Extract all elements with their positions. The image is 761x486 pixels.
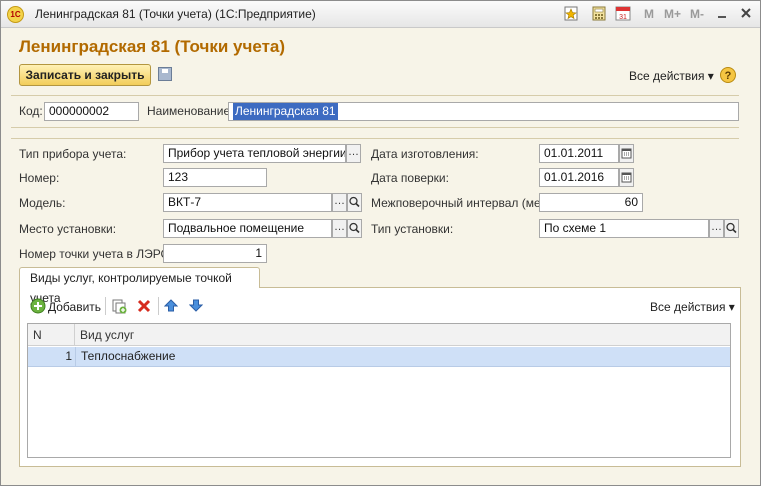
install-type-select-button[interactable]: …: [709, 219, 724, 238]
meter-type-label: Тип прибора учета:: [19, 147, 127, 161]
code-field[interactable]: 000000002: [44, 102, 139, 121]
interval-label: Межповерочный интервал (мес):: [371, 196, 554, 210]
form-window: 1С Ленинградская 81 (Точки учета) (1С:Пр…: [0, 0, 761, 486]
services-table[interactable]: N Вид услуг 1 Теплоснабжение: [27, 323, 731, 458]
search-icon: [349, 222, 360, 234]
row-service: Теплоснабжение: [81, 349, 176, 363]
table-row[interactable]: 1 Теплоснабжение: [28, 347, 730, 367]
divider: [11, 138, 739, 139]
column-header-n[interactable]: N: [28, 324, 75, 346]
search-icon: [726, 222, 737, 234]
close-button[interactable]: [737, 5, 755, 22]
code-label: Код:: [19, 104, 43, 118]
page-title: Ленинградская 81 (Точки учета): [19, 37, 286, 56]
memory-m-button[interactable]: M: [644, 7, 654, 21]
verification-date-calendar-button[interactable]: [619, 168, 634, 187]
model-search-button[interactable]: [347, 193, 362, 212]
memory-minus-button[interactable]: M-: [690, 7, 704, 21]
divider: [11, 95, 739, 96]
install-type-search-button[interactable]: [724, 219, 739, 238]
calendar-icon: [621, 148, 632, 159]
manufacture-date-calendar-button[interactable]: [619, 144, 634, 163]
save-icon[interactable]: [158, 67, 172, 81]
all-actions-menu[interactable]: Все действия ▾: [629, 69, 714, 83]
verification-date-label: Дата поверки:: [371, 171, 449, 185]
app-logo-icon: 1С: [7, 6, 24, 23]
location-label: Место установки:: [19, 222, 117, 236]
delete-icon[interactable]: [137, 299, 151, 313]
add-icon[interactable]: [30, 298, 46, 314]
number-label: Номер:: [19, 171, 60, 185]
location-field[interactable]: Подвальное помещение: [163, 219, 332, 238]
name-label: Наименование:: [147, 104, 234, 118]
calendar-icon[interactable]: 31: [615, 6, 631, 21]
cell-divider: [75, 347, 76, 366]
save-and-close-button[interactable]: Записать и закрыть: [19, 64, 151, 86]
add-button[interactable]: Добавить: [48, 300, 101, 314]
name-value: Ленинградская 81: [233, 103, 338, 120]
name-field[interactable]: Ленинградская 81: [228, 102, 739, 121]
meter-type-field[interactable]: Прибор учета тепловой энергии по: [163, 144, 346, 163]
search-icon: [349, 196, 360, 208]
number-field[interactable]: 123: [163, 168, 267, 187]
calendar-icon: [621, 172, 632, 183]
interval-field[interactable]: 60: [539, 193, 643, 212]
arrow-up-icon[interactable]: [163, 298, 179, 313]
close-icon: [741, 8, 751, 18]
title-bar: 1С Ленинградская 81 (Точки учета) (1С:Пр…: [1, 1, 760, 28]
arrow-down-icon[interactable]: [188, 298, 204, 313]
manufacture-date-label: Дата изготовления:: [371, 147, 479, 161]
verification-date-field[interactable]: 01.01.2016: [539, 168, 619, 187]
lers-field[interactable]: 1: [163, 244, 267, 263]
model-select-button[interactable]: …: [332, 193, 347, 212]
install-type-field[interactable]: По схеме 1: [539, 219, 709, 238]
toolbar-divider: [158, 297, 159, 315]
calculator-icon[interactable]: [592, 6, 606, 21]
install-type-label: Тип установки:: [371, 222, 454, 236]
tab-services[interactable]: Виды услуг, контролируемые точкой учета: [19, 267, 260, 305]
model-label: Модель:: [19, 196, 66, 210]
location-search-button[interactable]: [347, 219, 362, 238]
help-icon[interactable]: ?: [720, 67, 736, 83]
location-select-button[interactable]: …: [332, 219, 347, 238]
minimize-button[interactable]: [713, 5, 731, 22]
window-title: Ленинградская 81 (Точки учета) (1С:Предп…: [35, 7, 316, 21]
meter-type-select-button[interactable]: …: [346, 144, 361, 163]
memory-plus-button[interactable]: M+: [664, 7, 681, 21]
model-field[interactable]: ВКТ-7: [163, 193, 332, 212]
table-all-actions-menu[interactable]: Все действия ▾: [650, 300, 735, 314]
manufacture-date-field[interactable]: 01.01.2011: [539, 144, 619, 163]
divider: [11, 127, 739, 128]
column-header-service[interactable]: Вид услуг: [75, 324, 730, 346]
lers-label: Номер точки учета в ЛЭРС:: [19, 247, 173, 261]
calendar-day: 31: [619, 14, 627, 21]
bookmark-icon[interactable]: [564, 6, 578, 21]
row-number: 1: [65, 349, 72, 363]
copy-icon[interactable]: [111, 298, 127, 314]
toolbar-divider: [105, 297, 106, 315]
